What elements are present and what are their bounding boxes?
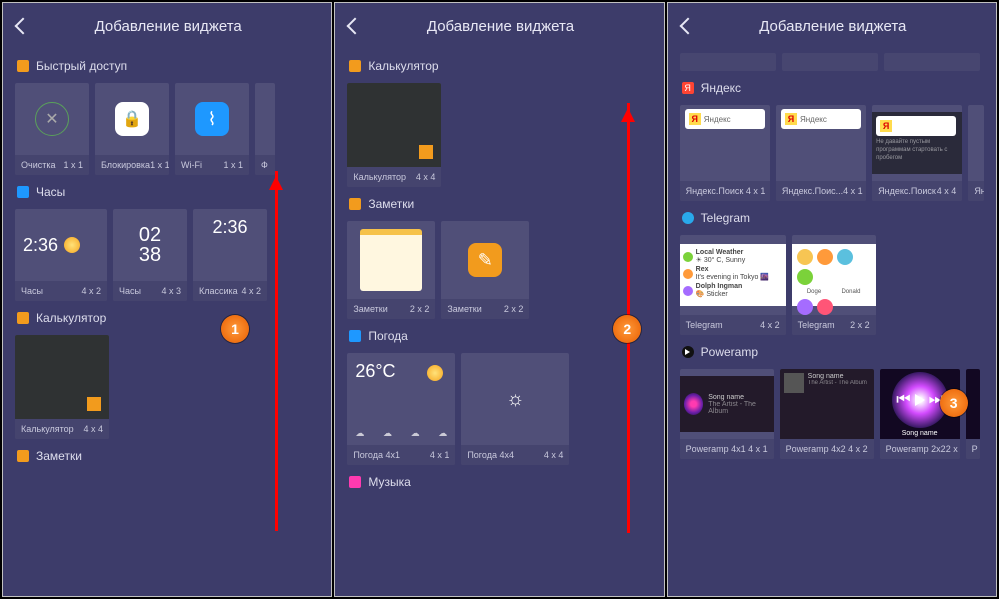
- section-yandex: Я Яндекс ЯЯндекс Яндекс.Поиск 4 x 1 ЯЯнде…: [668, 81, 996, 201]
- section-title: Часы: [36, 185, 65, 199]
- back-icon[interactable]: [679, 18, 696, 35]
- section-icon: [17, 60, 29, 72]
- section-notes: Заметки Заметки2 x 2 ✎ Заметки2 x 2: [335, 197, 663, 319]
- widget-yandex-1[interactable]: ЯЯндекс Яндекс.Поиск 4 x 1: [680, 105, 770, 201]
- section-icon: [17, 186, 29, 198]
- section-telegram: Telegram Local Weather☀ 30° C, Sunny Rex…: [668, 211, 996, 335]
- telegram-icon: [682, 212, 694, 224]
- section-icon: [17, 312, 29, 324]
- header: Добавление виджета: [3, 3, 331, 49]
- section-prev: [668, 53, 996, 71]
- page-title: Добавление виджета: [724, 18, 942, 35]
- pencil-icon: ✎: [468, 243, 502, 277]
- widget-telegram-2[interactable]: DogeDonald Telegram2 x 2: [792, 235, 876, 335]
- section-calculator: Калькулятор Калькулятор4 x 4: [335, 59, 663, 187]
- section-icon: [349, 330, 361, 342]
- widget-poweramp-1[interactable]: Song nameThe Artist - The Album Poweramp…: [680, 369, 774, 459]
- section-title: Заметки: [36, 449, 82, 463]
- page-title: Добавление виджета: [391, 18, 609, 35]
- arrow-1: [275, 171, 278, 531]
- widget-wifi[interactable]: ⌇ Wi-Fi1 x 1: [175, 83, 249, 175]
- section-icon: [349, 476, 361, 488]
- widget-yandex-2[interactable]: ЯЯндекс Яндекс.Поис...4 x 1: [776, 105, 866, 201]
- header: Добавление виджета: [335, 3, 663, 49]
- section-icon: [17, 450, 29, 462]
- back-icon[interactable]: [15, 18, 32, 35]
- page-title: Добавление виджета: [59, 18, 277, 35]
- sun-icon: [64, 237, 80, 253]
- widget-calculator[interactable]: Калькулятор4 x 4: [347, 83, 441, 187]
- widget-partial[interactable]: Ф: [255, 83, 275, 175]
- calculator-icon: [347, 83, 441, 167]
- sun-icon: [427, 365, 443, 381]
- section-title: Яндекс: [701, 81, 741, 95]
- widget-yandex-4[interactable]: Ян: [968, 105, 984, 201]
- panel-1: Добавление виджета Быстрый доступ ✕ Очис…: [2, 2, 332, 597]
- widget-telegram-1[interactable]: Local Weather☀ 30° C, Sunny RexIt's even…: [680, 235, 786, 335]
- section-calculator: Калькулятор Калькулятор4 x 4: [3, 311, 331, 439]
- section-title: Калькулятор: [36, 311, 106, 325]
- poweramp-icon: [682, 346, 694, 358]
- widget-notes-1[interactable]: Заметки2 x 2: [347, 221, 435, 319]
- yandex-icon: Я: [682, 82, 694, 94]
- section-title: Быстрый доступ: [36, 59, 127, 73]
- back-icon[interactable]: [347, 18, 364, 35]
- widget-yandex-3[interactable]: ЯНе давайте пустым программам стартовать…: [872, 105, 962, 201]
- widget-lock[interactable]: 🔒 Блокировка1 x 1: [95, 83, 169, 175]
- wifi-icon: ⌇: [195, 102, 229, 136]
- panel-2: Добавление виджета Калькулятор Калькулят…: [334, 2, 664, 597]
- widget-calculator[interactable]: Калькулятор4 x 4: [15, 335, 109, 439]
- section-title: Погода: [368, 329, 408, 343]
- section-title: Калькулятор: [368, 59, 438, 73]
- section-notes: Заметки: [3, 449, 331, 463]
- section-icon: [349, 198, 361, 210]
- section-music: Музыка: [335, 475, 663, 489]
- sun-outline-icon: ☼: [461, 353, 569, 445]
- lock-icon: 🔒: [115, 102, 149, 136]
- panel-3: Добавление виджета Я Яндекс ЯЯндекс Яндек…: [667, 2, 997, 597]
- widget-clock-2[interactable]: 02 38 Часы4 x 3: [113, 209, 187, 301]
- section-title: Telegram: [701, 211, 750, 225]
- calculator-icon: [15, 335, 109, 419]
- step-badge-3: 3: [940, 389, 968, 417]
- widget-cleanup[interactable]: ✕ Очистка1 x 1: [15, 83, 89, 175]
- widget-weather-2[interactable]: ☼ Погода 4x44 x 4: [461, 353, 569, 465]
- widget-clock-3[interactable]: 2:36 Классика4 x 2: [193, 209, 267, 301]
- step-badge-1: 1: [221, 315, 249, 343]
- widget-notes-2[interactable]: ✎ Заметки2 x 2: [441, 221, 529, 319]
- section-weather: Погода 26°C☁☁☁☁ Погода 4x14 x 1 ☼ Погода…: [335, 329, 663, 465]
- section-title: Заметки: [368, 197, 414, 211]
- header: Добавление виджета: [668, 3, 996, 49]
- notes-icon: [360, 229, 422, 291]
- widget-poweramp-4[interactable]: P: [966, 369, 980, 459]
- widget-clock-1[interactable]: 2:36 Часы4 x 2: [15, 209, 107, 301]
- widget-weather-1[interactable]: 26°C☁☁☁☁ Погода 4x14 x 1: [347, 353, 455, 465]
- widget-poweramp-2[interactable]: Song nameThe Artist - The Album Poweramp…: [780, 369, 874, 459]
- section-title: Музыка: [368, 475, 410, 489]
- section-icon: [349, 60, 361, 72]
- section-quick-access: Быстрый доступ ✕ Очистка1 x 1 🔒 Блокиров…: [3, 59, 331, 175]
- section-clock: Часы 2:36 Часы4 x 2 02 38 Часы4 x 3 2:36…: [3, 185, 331, 301]
- section-title: Poweramp: [701, 345, 758, 359]
